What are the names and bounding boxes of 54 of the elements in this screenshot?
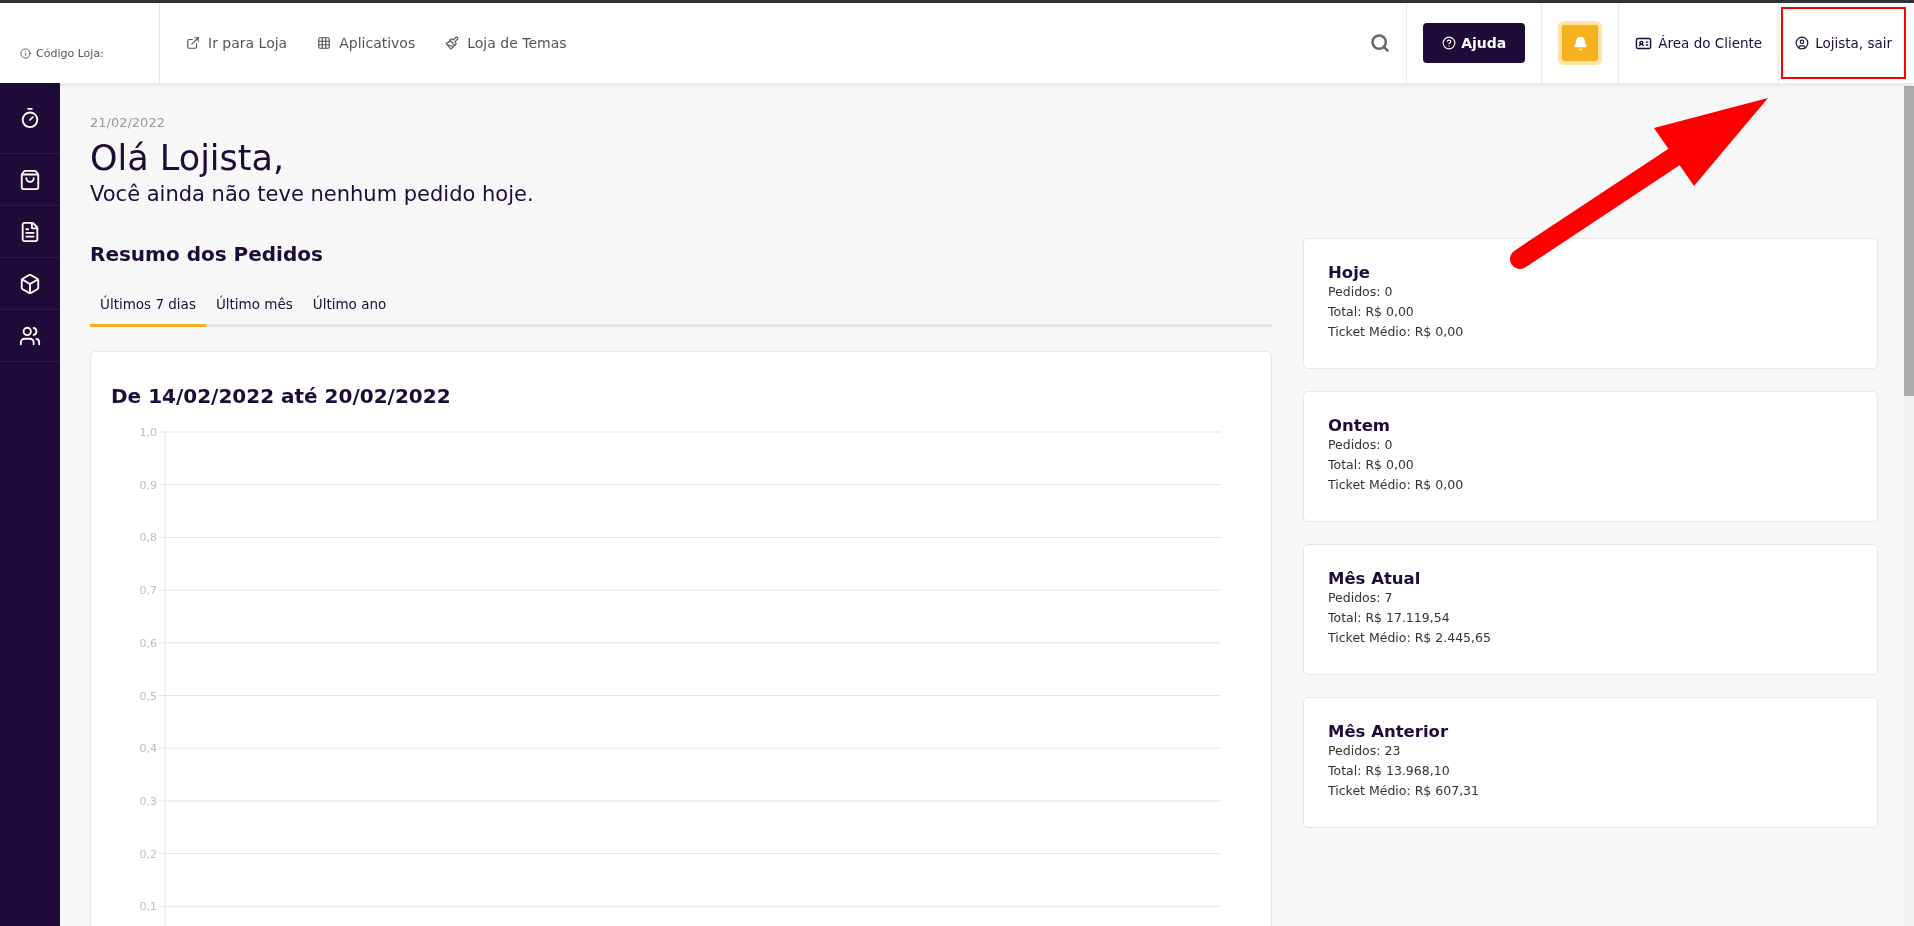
store-code-label: Código Loja: xyxy=(36,46,104,60)
client-area-link[interactable]: Área do Cliente xyxy=(1635,34,1763,52)
shopping-bag-icon xyxy=(19,168,41,191)
section-title: Resumo dos Pedidos xyxy=(90,242,324,266)
card-stat-line: Pedidos: 0 xyxy=(1328,283,1394,301)
card-title: Ontem xyxy=(1328,416,1392,435)
card-title: Mês Anterior xyxy=(1328,722,1450,741)
nav-link[interactable]: Ir para Loja xyxy=(186,35,288,51)
card-stat-line: Total: R$ 0,00 xyxy=(1328,456,1415,474)
card-stat-line: Pedidos: 23 xyxy=(1328,742,1402,760)
card-stat-line: Pedidos: 0 xyxy=(1328,436,1394,454)
axis-tick-label: 0,9 xyxy=(139,478,157,492)
bell-icon xyxy=(1572,35,1588,51)
grid-icon xyxy=(317,36,332,50)
box-icon xyxy=(19,272,41,295)
card-title: Mês Atual xyxy=(1328,569,1422,588)
greeting-title: Olá Lojista, xyxy=(90,138,286,178)
greeting-subtitle: Você ainda não teve nenhum pedido hoje. xyxy=(90,182,535,206)
users-icon xyxy=(19,324,41,347)
card-stat-line: Total: R$ 13.968,10 xyxy=(1328,762,1451,780)
card-stat-line: Ticket Médio: R$ 2.445,65 xyxy=(1328,629,1492,647)
axis-tick-label: 0,3 xyxy=(139,794,157,808)
period-tab[interactable]: Últimos 7 dias xyxy=(90,296,206,327)
logout-link[interactable]: Lojista, sair xyxy=(1781,7,1906,79)
nav-link[interactable]: Loja de Temas xyxy=(445,35,567,51)
card-title: Hoje xyxy=(1328,263,1371,282)
axis-tick-label: 0,6 xyxy=(139,636,157,650)
search-icon[interactable] xyxy=(1370,33,1391,53)
help-button[interactable]: Ajuda xyxy=(1423,23,1526,63)
chart-title: De 14/02/2022 até 20/02/2022 xyxy=(111,384,452,408)
axis-tick-label: 0,5 xyxy=(139,689,157,703)
period-tab[interactable]: Último ano xyxy=(302,296,397,327)
date-text: 21/02/2022 xyxy=(90,115,166,130)
card-stat-line: Total: R$ 0,00 xyxy=(1328,303,1415,321)
document-icon xyxy=(19,220,41,243)
user-icon xyxy=(1795,36,1810,50)
nav-link[interactable]: Aplicativos xyxy=(317,35,416,51)
axis-tick-label: 0,7 xyxy=(139,584,157,598)
external-link-icon xyxy=(186,36,200,50)
card-stat-line: Ticket Médio: R$ 0,00 xyxy=(1328,476,1465,494)
axis-tick-label: 1,0 xyxy=(139,426,157,439)
axis-tick-label: 0,2 xyxy=(139,847,157,861)
question-icon xyxy=(1442,36,1457,50)
card-stat-line: Ticket Médio: R$ 607,31 xyxy=(1328,782,1481,800)
axis-tick-label: 0,4 xyxy=(139,742,157,756)
info-icon xyxy=(20,47,31,59)
axis-tick-label: 0,1 xyxy=(139,900,157,914)
stopwatch-icon xyxy=(19,107,41,129)
period-tab[interactable]: Último mês xyxy=(205,296,303,327)
card-stat-line: Pedidos: 7 xyxy=(1328,589,1394,607)
card-stat-line: Total: R$ 17.119,54 xyxy=(1328,609,1451,627)
paintbrush-icon xyxy=(445,36,460,50)
card-stat-line: Ticket Médio: R$ 0,00 xyxy=(1328,323,1465,341)
axis-tick-label: 0,8 xyxy=(139,531,157,545)
